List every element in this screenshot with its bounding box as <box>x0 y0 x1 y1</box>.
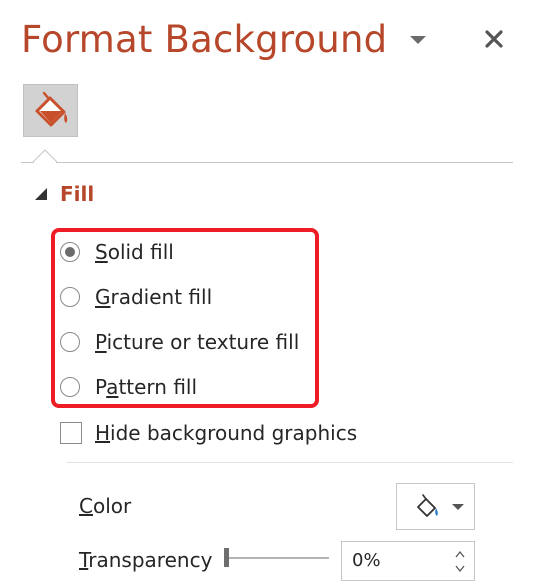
hide-background-graphics-checkbox[interactable] <box>60 422 82 444</box>
picture-texture-fill-label: Picture or texture fill <box>95 330 300 354</box>
divider <box>66 462 513 463</box>
hide-background-graphics-option[interactable]: Hide background graphics <box>60 418 357 448</box>
transparency-slider-thumb[interactable] <box>224 548 229 567</box>
hide-background-graphics-label: Hide background graphics <box>95 421 358 445</box>
transparency-spinner <box>341 541 475 581</box>
spin-down-button[interactable] <box>452 562 468 576</box>
solid-fill-label: Solid fill <box>95 240 174 264</box>
triangle-collapse-icon <box>35 188 47 200</box>
divider <box>21 162 513 163</box>
pane-options-button[interactable] <box>406 30 430 50</box>
transparency-slider-track[interactable] <box>229 557 329 559</box>
spin-up-button[interactable] <box>452 547 468 561</box>
transparency-input[interactable] <box>352 550 442 571</box>
close-pane-button[interactable] <box>480 25 508 53</box>
chevron-up-icon <box>455 550 465 558</box>
paint-bucket-icon <box>417 494 438 517</box>
tab-pointer-cover <box>34 161 56 163</box>
solid-fill-option[interactable]: Solid fill <box>60 237 174 267</box>
format-background-pane: Format Background Fill Solid fill Gradie… <box>0 0 533 587</box>
pane-title: Format Background <box>21 18 388 61</box>
chevron-down-icon <box>455 565 465 573</box>
gradient-fill-label: Gradient fill <box>95 285 213 309</box>
tab-fill[interactable] <box>23 84 78 137</box>
gradient-fill-radio[interactable] <box>60 287 80 307</box>
color-picker-button[interactable] <box>396 483 475 530</box>
pattern-fill-label: Pattern fill <box>95 375 198 399</box>
solid-fill-radio[interactable] <box>60 242 80 262</box>
paint-bucket-icon <box>35 91 68 127</box>
color-label: Color <box>79 494 132 518</box>
chevron-down-icon <box>452 504 464 510</box>
close-icon <box>485 30 503 48</box>
pattern-fill-radio[interactable] <box>60 377 80 397</box>
pattern-fill-option[interactable]: Pattern fill <box>60 372 197 402</box>
transparency-label: Transparency <box>79 548 213 572</box>
picture-texture-fill-option[interactable]: Picture or texture fill <box>60 327 299 357</box>
fill-section-toggle[interactable] <box>33 186 51 202</box>
chevron-down-icon <box>410 36 426 44</box>
picture-texture-fill-radio[interactable] <box>60 332 80 352</box>
fill-section-title: Fill <box>60 182 95 206</box>
gradient-fill-option[interactable]: Gradient fill <box>60 282 212 312</box>
